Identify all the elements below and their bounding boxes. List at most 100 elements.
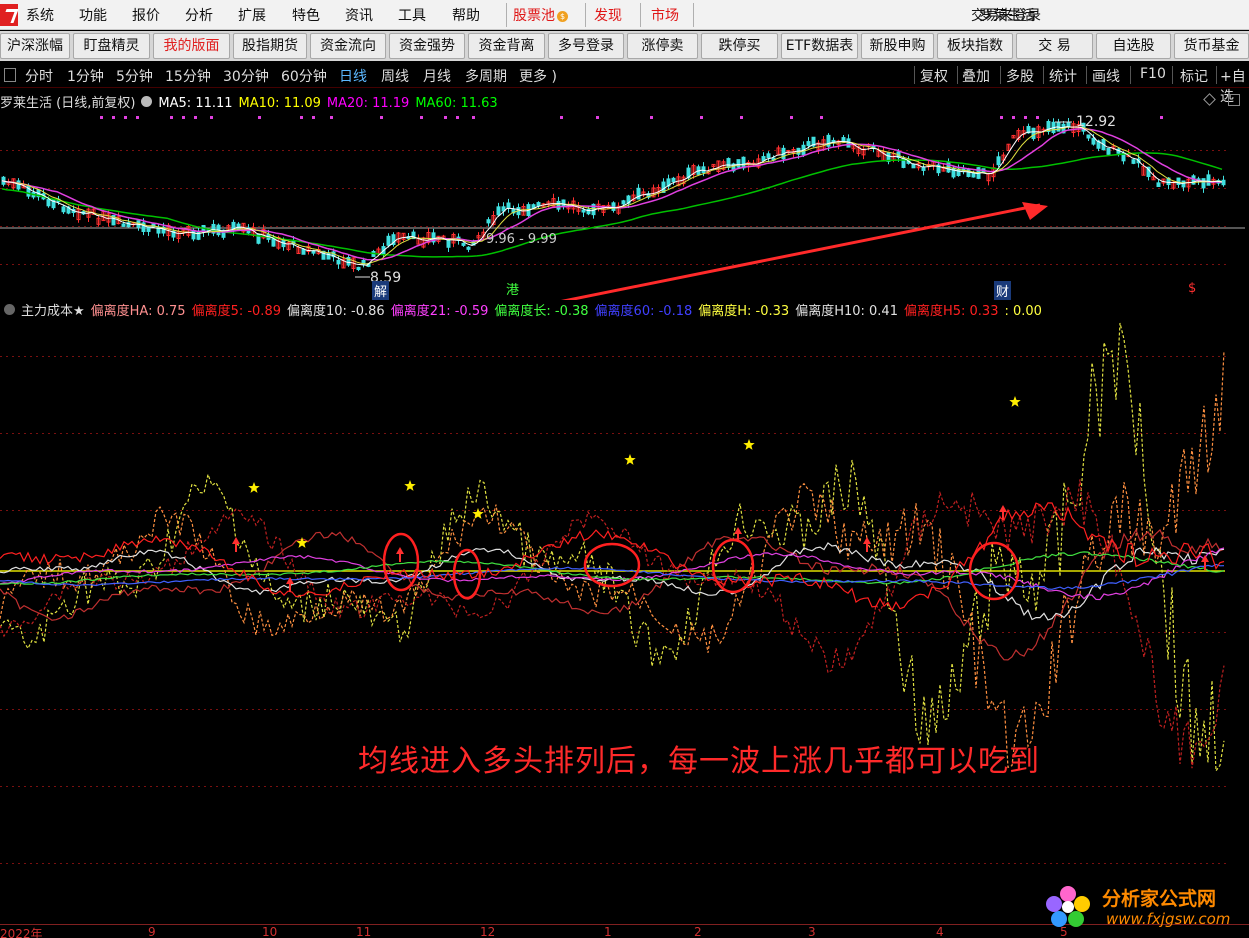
btn-limit-down-buy[interactable]: 跌停买 <box>701 33 778 59</box>
grid-line <box>162 863 164 864</box>
grid-line <box>270 709 272 710</box>
btn-fund-flow[interactable]: 资金流向 <box>310 33 386 59</box>
grid-line <box>492 188 494 189</box>
grid-line <box>330 433 332 434</box>
grid-line <box>36 510 38 511</box>
tab-multi-period[interactable]: 多周期 <box>465 66 507 86</box>
grid-line <box>906 188 908 189</box>
grid-line <box>900 786 902 787</box>
grid-line <box>420 510 422 511</box>
btn-trade[interactable]: 交 易 <box>1016 33 1093 59</box>
grid-line <box>702 863 704 864</box>
grid-line <box>90 786 92 787</box>
menu-discover[interactable]: 发现 <box>594 5 622 25</box>
btn-sector-index[interactable]: 板块指数 <box>937 33 1013 59</box>
grid-line <box>12 226 14 227</box>
grid-line <box>312 226 314 227</box>
grid-line <box>822 786 824 787</box>
menu-analysis[interactable]: 分析 <box>185 5 213 25</box>
tool-draw-line[interactable]: 画线 <box>1092 66 1120 86</box>
signal-dot <box>420 116 423 119</box>
menu-tools[interactable]: 工具 <box>398 5 426 25</box>
grid-line <box>522 632 524 633</box>
tab-15min[interactable]: 15分钟 <box>165 66 211 86</box>
btn-watch-elf[interactable]: 盯盘精灵 <box>73 33 150 59</box>
btn-money-fund[interactable]: 货币基金 <box>1174 33 1249 59</box>
menu-help[interactable]: 帮助 <box>452 5 480 25</box>
tool-f10[interactable]: F10 <box>1140 66 1166 82</box>
grid-line <box>1134 863 1136 864</box>
menu-extend[interactable]: 扩展 <box>238 5 266 25</box>
menu-stock-pool[interactable]: 股票池 $ <box>513 5 568 25</box>
tab-weekly[interactable]: 周线 <box>381 66 409 86</box>
btn-fund-strength[interactable]: 资金强势 <box>389 33 465 59</box>
tool-adjust[interactable]: 复权 <box>920 66 948 86</box>
menu-system[interactable]: 系统 <box>26 5 54 25</box>
grid-line <box>900 632 902 633</box>
expand-diamond-icon[interactable] <box>1203 93 1216 106</box>
menu-quote[interactable]: 报价 <box>132 5 160 25</box>
marker-unlock[interactable]: 解 <box>372 281 390 300</box>
grid-line <box>1176 264 1178 265</box>
grid-line <box>0 264 2 265</box>
grid-line <box>102 510 104 511</box>
btn-limit-up-sell[interactable]: 涨停卖 <box>627 33 698 59</box>
grid-line <box>876 433 878 434</box>
btn-ipo-subscribe[interactable]: 新股申购 <box>861 33 934 59</box>
tab-intraday[interactable]: 分时 <box>25 66 53 86</box>
btn-multi-login[interactable]: 多号登录 <box>548 33 624 59</box>
grid-line <box>240 356 242 357</box>
tab-30min[interactable]: 30分钟 <box>223 66 269 86</box>
buy-star-icon <box>624 454 636 465</box>
btn-hs-gainers[interactable]: 沪深涨幅 <box>0 33 70 59</box>
grid-line <box>1038 226 1040 227</box>
grid-line <box>348 356 350 357</box>
candlestick-chart[interactable] <box>0 110 1249 300</box>
tool-multi-stock[interactable]: 多股 <box>1006 66 1034 86</box>
grid-line <box>1038 709 1040 710</box>
grid-line <box>1056 356 1058 357</box>
tab-daily[interactable]: 日线 <box>339 66 367 86</box>
btn-etf-table[interactable]: ETF数据表 <box>781 33 858 59</box>
tab-more[interactable]: 更多 ) <box>519 66 557 86</box>
grid-line <box>408 150 410 151</box>
grid-line <box>30 510 32 511</box>
settings-icon[interactable] <box>141 96 153 107</box>
grid-line <box>1104 264 1106 265</box>
grid-line <box>240 709 242 710</box>
btn-my-layout[interactable]: 我的版面 <box>153 33 230 59</box>
menu-function[interactable]: 功能 <box>79 5 107 25</box>
grid-line <box>252 433 254 434</box>
btn-watchlist[interactable]: 自选股 <box>1096 33 1171 59</box>
tab-5min[interactable]: 5分钟 <box>116 66 153 86</box>
grid-line <box>1062 356 1064 357</box>
grid-line <box>756 433 758 434</box>
marker-finance[interactable]: 财 <box>994 281 1012 300</box>
btn-fund-divergence[interactable]: 资金背离 <box>468 33 545 59</box>
indicator-chart[interactable] <box>0 318 1249 924</box>
menu-news[interactable]: 资讯 <box>345 5 373 25</box>
menu-feature[interactable]: 特色 <box>292 5 320 25</box>
tool-overlay[interactable]: 叠加 <box>962 66 990 86</box>
panel-toggle-icon[interactable] <box>4 68 16 82</box>
tab-monthly[interactable]: 月线 <box>423 66 451 86</box>
menu-market[interactable]: 市场 <box>651 5 679 25</box>
tool-mark[interactable]: 标记 <box>1180 66 1208 86</box>
btn-index-futures[interactable]: 股指期货 <box>233 33 307 59</box>
grid-line <box>468 510 470 511</box>
tool-statistics[interactable]: 统计 <box>1049 66 1077 86</box>
close-panel-icon[interactable] <box>1228 94 1240 106</box>
grid-line <box>204 786 206 787</box>
grid-line <box>834 226 836 227</box>
grid-line <box>294 709 296 710</box>
indicator-settings-icon[interactable] <box>4 304 15 315</box>
tab-1min[interactable]: 1分钟 <box>67 66 104 86</box>
grid-line <box>1206 264 1208 265</box>
grid-line <box>366 510 368 511</box>
marker-dividend[interactable]: $ <box>1188 281 1196 296</box>
grid-line <box>816 226 818 227</box>
grid-line <box>534 863 536 864</box>
marker-hk[interactable]: 港 <box>506 279 519 298</box>
tab-60min[interactable]: 60分钟 <box>281 66 327 86</box>
grid-line <box>816 709 818 710</box>
